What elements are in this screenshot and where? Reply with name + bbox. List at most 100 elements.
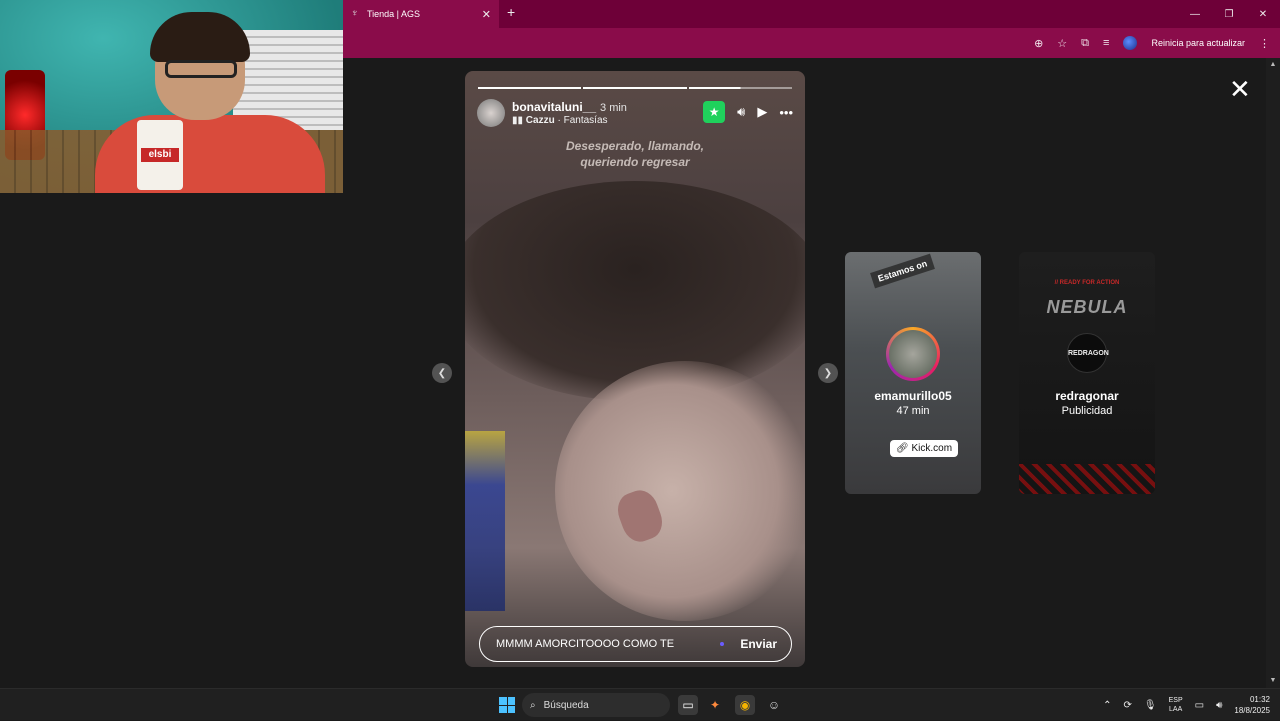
- new-tab-button[interactable]: +: [507, 4, 515, 20]
- lang-line-1: ESP: [1168, 697, 1183, 704]
- app-icon[interactable]: ☺: [764, 695, 784, 715]
- webcam-person: elsbi: [95, 12, 325, 193]
- reply-input[interactable]: MMMM AMORCITOOOO COMO TE: [496, 638, 720, 650]
- page-scrollbar[interactable]: ▲ ▼: [1266, 58, 1280, 688]
- volume-tray-icon[interactable]: 🔊︎: [1216, 700, 1222, 711]
- previous-story-button[interactable]: ❮: [432, 363, 452, 383]
- profile-avatar[interactable]: [1123, 36, 1138, 50]
- story-progress-bars: [478, 87, 792, 89]
- search-placeholder: Búsqueda: [543, 699, 589, 711]
- language-indicator[interactable]: ESP LAA: [1169, 696, 1183, 714]
- card-subtitle: Publicidad: [1061, 405, 1113, 417]
- person-shirt: [95, 115, 325, 193]
- chrome-icon[interactable]: ◉: [735, 695, 755, 715]
- story-image-hair: [465, 181, 805, 401]
- copilot-icon[interactable]: ✦: [705, 695, 725, 715]
- progress-segment: [478, 87, 582, 89]
- zoom-icon[interactable]: ⊕: [1034, 37, 1043, 50]
- extensions-icon[interactable]: ⧉: [1081, 37, 1089, 50]
- send-button[interactable]: Enviar: [740, 637, 777, 651]
- next-story-button[interactable]: ❯: [818, 363, 838, 383]
- network-icon[interactable]: ▭: [1195, 700, 1204, 711]
- tab-favicon-icon: ♆: [351, 8, 359, 19]
- ad-banner-text: NEBULA: [1046, 297, 1128, 317]
- tab-title: Tienda | AGS: [367, 9, 421, 19]
- restart-to-update-button[interactable]: Reinicia para actualizar: [1151, 38, 1245, 48]
- more-options-icon[interactable]: •••: [779, 105, 793, 120]
- chevron-right-icon: ❯: [823, 367, 833, 379]
- story-image-face: [555, 361, 805, 621]
- minimize-button[interactable]: —: [1178, 0, 1212, 28]
- link-text: Kick.com: [911, 443, 953, 454]
- ad-avatar: REDRAGON: [1067, 333, 1109, 373]
- tab-strip: ♆ Tienda | AGS ✕ + — ❐ ✕: [343, 0, 1280, 28]
- clock-time: 01:32: [1249, 695, 1270, 704]
- tray-overflow-icon[interactable]: ⌃: [1103, 700, 1111, 711]
- sync-icon[interactable]: ⟳: [1124, 700, 1132, 711]
- clock[interactable]: 01:32 18/8/2025: [1234, 694, 1270, 716]
- close-window-button[interactable]: ✕: [1246, 0, 1280, 28]
- chevron-left-icon: ❮: [437, 367, 447, 379]
- music-song: · Fantasías: [557, 115, 608, 126]
- media-controls-icon[interactable]: ≡: [1103, 37, 1109, 49]
- story-music[interactable]: ▮▮ Cazzu · Fantasías: [512, 115, 608, 126]
- scroll-down-icon[interactable]: ▼: [1266, 674, 1280, 688]
- story-lyrics: Desesperado, llamando, queriendo regresa…: [465, 138, 805, 170]
- microphone-icon[interactable]: 🎙︎: [1144, 700, 1157, 711]
- progress-segment: [583, 87, 687, 89]
- story-viewer[interactable]: bonavitaluni__ 3 min ▮▮ Cazzu · Fantasías…: [465, 71, 805, 667]
- typing-dot-icon: [720, 642, 725, 646]
- browser-toolbar: ⊕ ☆ ⧉ ≡ Reinicia para actualizar ⋮: [343, 28, 1280, 58]
- bookmark-star-icon[interactable]: ☆: [1057, 37, 1067, 50]
- card-time: 47 min: [896, 405, 930, 417]
- scroll-up-icon[interactable]: ▲: [1266, 58, 1280, 72]
- story-time: 3 min: [600, 102, 627, 114]
- story-image-cloth: [465, 431, 505, 611]
- person-hair: [150, 12, 250, 62]
- music-artist: Cazzu: [525, 115, 555, 126]
- toolbar-icons: ⊕ ☆ ⧉ ≡ Reinicia para actualizar ⋮: [1034, 28, 1270, 58]
- music-bars-icon: ▮▮: [512, 115, 524, 126]
- volume-icon[interactable]: 🔊︎: [737, 104, 745, 120]
- story-avatar-ring: [886, 327, 940, 381]
- story-username[interactable]: bonavitaluni__: [512, 100, 596, 114]
- next-story-card-ad[interactable]: // READY FOR ACTION NEBULA REDRAGON redr…: [1019, 252, 1155, 494]
- lyric-line-2: queriendo regresar: [580, 155, 690, 169]
- story-avatar: [889, 330, 937, 378]
- link-icon: 🔗︎: [896, 443, 909, 454]
- windows-taskbar: ⌕ Búsqueda ▭ ✦ ◉ ☺ ⌃ ⟳ 🎙︎ ESP LAA ▭ 🔊︎ 0…: [0, 688, 1280, 720]
- lyric-line-1: Desesperado, llamando,: [565, 139, 705, 153]
- link-sticker[interactable]: 🔗︎ Kick.com: [890, 440, 959, 457]
- card-username: redragonar: [1055, 389, 1119, 403]
- ad-decoration: [1019, 464, 1155, 494]
- maximize-button[interactable]: ❐: [1212, 0, 1246, 28]
- window-controls: — ❐ ✕: [1178, 0, 1280, 28]
- browser-chrome: ♆ Tienda | AGS ✕ + — ❐ ✕ ⊕ ☆ ⧉ ≡ Reinici…: [343, 0, 1280, 58]
- progress-segment: [688, 87, 792, 89]
- story-tag: Estamos on: [870, 253, 935, 289]
- story-username-row: bonavitaluni__ 3 min: [512, 100, 627, 114]
- story-user-avatar[interactable]: [477, 99, 505, 127]
- tab-close-icon[interactable]: ✕: [482, 8, 491, 21]
- close-stories-icon[interactable]: ✕: [1229, 76, 1251, 102]
- reply-box[interactable]: MMMM AMORCITOOOO COMO TE Enviar: [479, 626, 792, 662]
- person-glasses: [165, 60, 237, 78]
- system-tray: ⌃ ⟳ 🎙︎ ESP LAA ▭ 🔊︎ 01:32 18/8/2025: [1103, 689, 1270, 721]
- lang-line-2: LAA: [1169, 706, 1183, 713]
- start-button[interactable]: [499, 697, 515, 713]
- play-icon[interactable]: ▶: [757, 104, 767, 120]
- clock-date: 18/8/2025: [1234, 706, 1270, 715]
- close-friends-star-icon[interactable]: ★: [703, 101, 726, 123]
- menu-kebab-icon[interactable]: ⋮: [1259, 37, 1270, 50]
- browser-tab[interactable]: ♆ Tienda | AGS ✕: [343, 0, 499, 28]
- card-username: emamurillo05: [874, 389, 952, 403]
- search-icon: ⌕: [530, 699, 536, 711]
- story-header: bonavitaluni__ 3 min ▮▮ Cazzu · Fantasías…: [477, 99, 793, 129]
- mug-label: elsbi: [141, 148, 179, 162]
- story-controls: ★ 🔊︎ ▶ •••: [703, 101, 793, 123]
- task-view-icon[interactable]: ▭: [678, 695, 698, 715]
- webcam-overlay: elsbi: [0, 0, 343, 193]
- next-story-card[interactable]: Estamos on emamurillo05 47 min 🔗︎ Kick.c…: [845, 252, 981, 494]
- taskbar-search[interactable]: ⌕ Búsqueda: [522, 693, 670, 717]
- ad-small-text: // READY FOR ACTION: [1054, 280, 1120, 286]
